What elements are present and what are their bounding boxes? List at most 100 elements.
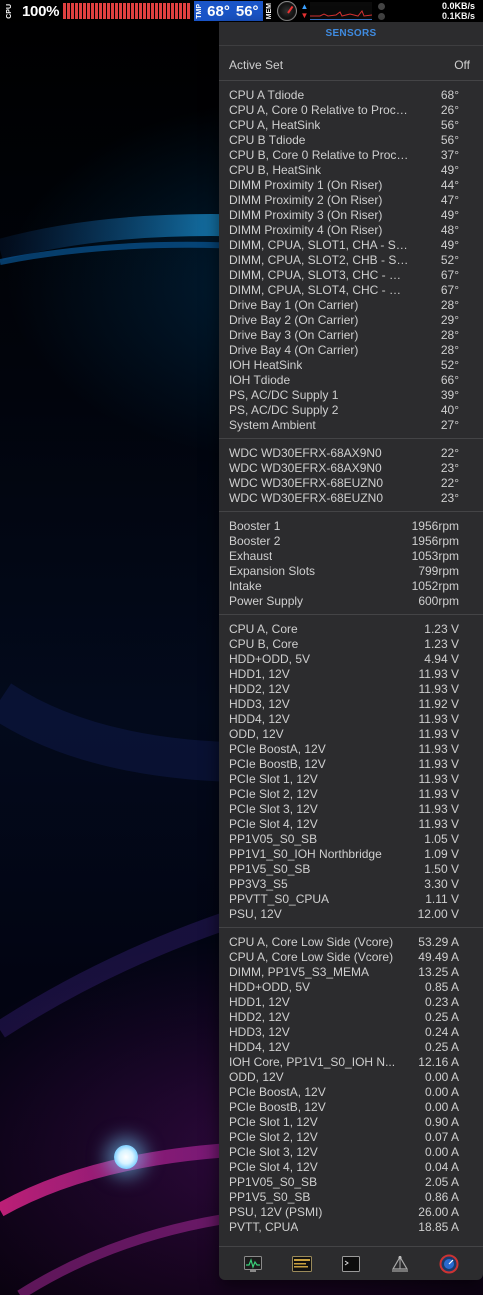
network-utility-icon[interactable]: [390, 1254, 410, 1274]
current-row[interactable]: PCIe BoostB, 12V 0.00 A: [219, 1099, 483, 1114]
network-graph-line: [310, 10, 373, 17]
network-rates[interactable]: 0.0KB/s 0.1KB/s: [442, 1, 475, 21]
current-row[interactable]: HDD4, 12V 0.25 A: [219, 1039, 483, 1054]
temperature-sensor-row[interactable]: CPU B, Core 0 Relative to ProcHot 37°: [219, 147, 483, 162]
fan-speed-row[interactable]: Exhaust 1053rpm: [219, 548, 483, 563]
active-set-value[interactable]: Off: [454, 58, 470, 72]
temp-reading-2: 56°: [235, 2, 259, 20]
voltage-row[interactable]: ODD, 12V 11.93 V: [219, 726, 483, 741]
voltage-row[interactable]: PCIe Slot 4, 12V 11.93 V: [219, 816, 483, 831]
voltage-row[interactable]: PCIe Slot 2, 12V 11.93 V: [219, 786, 483, 801]
temperature-sensor-row[interactable]: DIMM, CPUA, SLOT3, CHC - SPD 67°: [219, 267, 483, 282]
current-row[interactable]: PCIe Slot 4, 12V 0.04 A: [219, 1159, 483, 1174]
current-row[interactable]: PCIe Slot 2, 12V 0.07 A: [219, 1129, 483, 1144]
fan-speed-row[interactable]: Intake 1052rpm: [219, 578, 483, 593]
sensor-name: PCIe BoostA, 12V: [229, 741, 326, 756]
disk-activity-indicator[interactable]: [378, 2, 386, 20]
temperature-sensor-row[interactable]: CPU B, HeatSink 49°: [219, 162, 483, 177]
voltage-row[interactable]: PCIe BoostB, 12V 11.93 V: [219, 756, 483, 771]
voltage-row[interactable]: PP1V1_S0_IOH Northbridge 1.09 V: [219, 846, 483, 861]
network-graph[interactable]: [310, 2, 373, 20]
fan-speed-row[interactable]: Booster 1 1956rpm: [219, 518, 483, 533]
temperature-sensor-row[interactable]: Drive Bay 1 (On Carrier) 28°: [219, 297, 483, 312]
disk-utility-icon[interactable]: [439, 1254, 459, 1274]
drive-temperature-row[interactable]: WDC WD30EFRX-68EUZN0 23°: [219, 490, 483, 505]
current-row[interactable]: PSU, 12V (PSMI) 26.00 A: [219, 1204, 483, 1219]
sensor-value: 0.25 A: [424, 1039, 459, 1054]
cpu-usage-bars[interactable]: [63, 3, 191, 19]
temperature-sensor-row[interactable]: System Ambient 27°: [219, 417, 483, 432]
current-row[interactable]: PP1V5_S0_SB 0.86 A: [219, 1189, 483, 1204]
sensor-value: 68°: [440, 87, 459, 102]
temperature-sensor-row[interactable]: Drive Bay 4 (On Carrier) 28°: [219, 342, 483, 357]
temperature-sensor-row[interactable]: Drive Bay 3 (On Carrier) 28°: [219, 327, 483, 342]
temperature-sensor-row[interactable]: DIMM, CPUA, SLOT4, CHC - SPD 67°: [219, 282, 483, 297]
current-row[interactable]: HDD3, 12V 0.24 A: [219, 1024, 483, 1039]
temperature-sensor-row[interactable]: CPU A, HeatSink 56°: [219, 117, 483, 132]
voltage-row[interactable]: PP1V05_S0_SB 1.05 V: [219, 831, 483, 846]
console-log-icon[interactable]: [292, 1254, 313, 1274]
current-row[interactable]: CPU A, Core Low Side (Vcore) 53.29 A: [219, 934, 483, 949]
sensor-name: PP1V05_S0_SB: [229, 1174, 318, 1189]
fan-speed-row[interactable]: Booster 2 1956rpm: [219, 533, 483, 548]
voltage-row[interactable]: HDD2, 12V 11.93 V: [219, 681, 483, 696]
fan-speed-row[interactable]: Expansion Slots 799rpm: [219, 563, 483, 578]
voltage-row[interactable]: HDD3, 12V 11.92 V: [219, 696, 483, 711]
current-row[interactable]: PCIe Slot 1, 12V 0.90 A: [219, 1114, 483, 1129]
current-row[interactable]: HDD+ODD, 5V 0.85 A: [219, 979, 483, 994]
voltage-row[interactable]: HDD+ODD, 5V 4.94 V: [219, 651, 483, 666]
temperature-sensor-row[interactable]: PS, AC/DC Supply 2 40°: [219, 402, 483, 417]
sensor-value: 49.49 A: [418, 949, 459, 964]
voltage-row[interactable]: PPVTT_S0_CPUA 1.11 V: [219, 891, 483, 906]
drive-temperature-row[interactable]: WDC WD30EFRX-68AX9N0 22°: [219, 445, 483, 460]
drive-temperature-row[interactable]: WDC WD30EFRX-68AX9N0 23°: [219, 460, 483, 475]
mem-tag[interactable]: MEM: [266, 3, 274, 19]
memory-gauge-icon[interactable]: [276, 1, 297, 21]
temperature-sensor-row[interactable]: IOH HeatSink 52°: [219, 357, 483, 372]
voltage-row[interactable]: PP1V5_S0_SB 1.50 V: [219, 861, 483, 876]
voltage-row[interactable]: PCIe Slot 1, 12V 11.93 V: [219, 771, 483, 786]
active-set-row[interactable]: Active Set Off: [219, 50, 483, 80]
temperature-sensor-row[interactable]: DIMM, CPUA, SLOT1, CHA - SPD 49°: [219, 237, 483, 252]
voltage-row[interactable]: PP3V3_S5 3.30 V: [219, 876, 483, 891]
voltage-row[interactable]: PSU, 12V 12.00 V: [219, 906, 483, 921]
current-row[interactable]: PP1V05_S0_SB 2.05 A: [219, 1174, 483, 1189]
current-row[interactable]: DIMM, PP1V5_S3_MEMA 13.25 A: [219, 964, 483, 979]
voltage-row[interactable]: PCIe BoostA, 12V 11.93 V: [219, 741, 483, 756]
temperature-sensor-row[interactable]: DIMM Proximity 1 (On Riser) 44°: [219, 177, 483, 192]
temperature-sensor-row[interactable]: CPU A, Core 0 Relative to ProcHot 26°: [219, 102, 483, 117]
voltage-row[interactable]: HDD4, 12V 11.93 V: [219, 711, 483, 726]
temperature-sensor-row[interactable]: PS, AC/DC Supply 1 39°: [219, 387, 483, 402]
current-row[interactable]: PCIe BoostA, 12V 0.00 A: [219, 1084, 483, 1099]
current-row[interactable]: PVTT, CPUA 18.85 A: [219, 1219, 483, 1234]
terminal-icon[interactable]: [341, 1254, 361, 1274]
current-row[interactable]: ODD, 12V 0.00 A: [219, 1069, 483, 1084]
temperature-menu[interactable]: TMP 68° 56°: [194, 1, 263, 21]
sensor-value: 0.85 A: [424, 979, 459, 994]
voltage-row[interactable]: CPU B, Core 1.23 V: [219, 636, 483, 651]
temperature-sensor-row[interactable]: DIMM Proximity 3 (On Riser) 49°: [219, 207, 483, 222]
drive-temperature-row[interactable]: WDC WD30EFRX-68EUZN0 22°: [219, 475, 483, 490]
fan-speed-row[interactable]: Power Supply 600rpm: [219, 593, 483, 608]
temperature-sensor-row[interactable]: DIMM, CPUA, SLOT2, CHB - SPD 52°: [219, 252, 483, 267]
temperature-sensor-row[interactable]: DIMM Proximity 2 (On Riser) 47°: [219, 192, 483, 207]
current-row[interactable]: PCIe Slot 3, 12V 0.00 A: [219, 1144, 483, 1159]
current-row[interactable]: HDD1, 12V 0.23 A: [219, 994, 483, 1009]
current-row[interactable]: HDD2, 12V 0.25 A: [219, 1009, 483, 1024]
cpu-core-bar: [107, 3, 111, 19]
cpu-tag[interactable]: CPU: [4, 2, 16, 20]
current-row[interactable]: CPU A, Core Low Side (Vcore) 49.49 A: [219, 949, 483, 964]
temperature-sensor-row[interactable]: Drive Bay 2 (On Carrier) 29°: [219, 312, 483, 327]
activity-monitor-icon[interactable]: [243, 1254, 263, 1274]
temperature-sensor-row[interactable]: DIMM Proximity 4 (On Riser) 48°: [219, 222, 483, 237]
voltage-row[interactable]: CPU A, Core 1.23 V: [219, 621, 483, 636]
cpu-percent[interactable]: 100%: [22, 3, 59, 20]
voltage-row[interactable]: HDD1, 12V 11.93 V: [219, 666, 483, 681]
temperature-sensor-row[interactable]: CPU B Tdiode 56°: [219, 132, 483, 147]
voltage-row[interactable]: PCIe Slot 3, 12V 11.93 V: [219, 801, 483, 816]
sensor-value: 11.93 V: [418, 801, 459, 816]
temperature-sensor-row[interactable]: IOH Tdiode 66°: [219, 372, 483, 387]
temperature-sensor-row[interactable]: CPU A Tdiode 68°: [219, 87, 483, 102]
current-row[interactable]: IOH Core, PP1V1_S0_IOH N... 12.16 A: [219, 1054, 483, 1069]
fan-speed-section: Booster 1 1956rpm Booster 2 1956rpm Exhaust 1…: [219, 512, 483, 614]
